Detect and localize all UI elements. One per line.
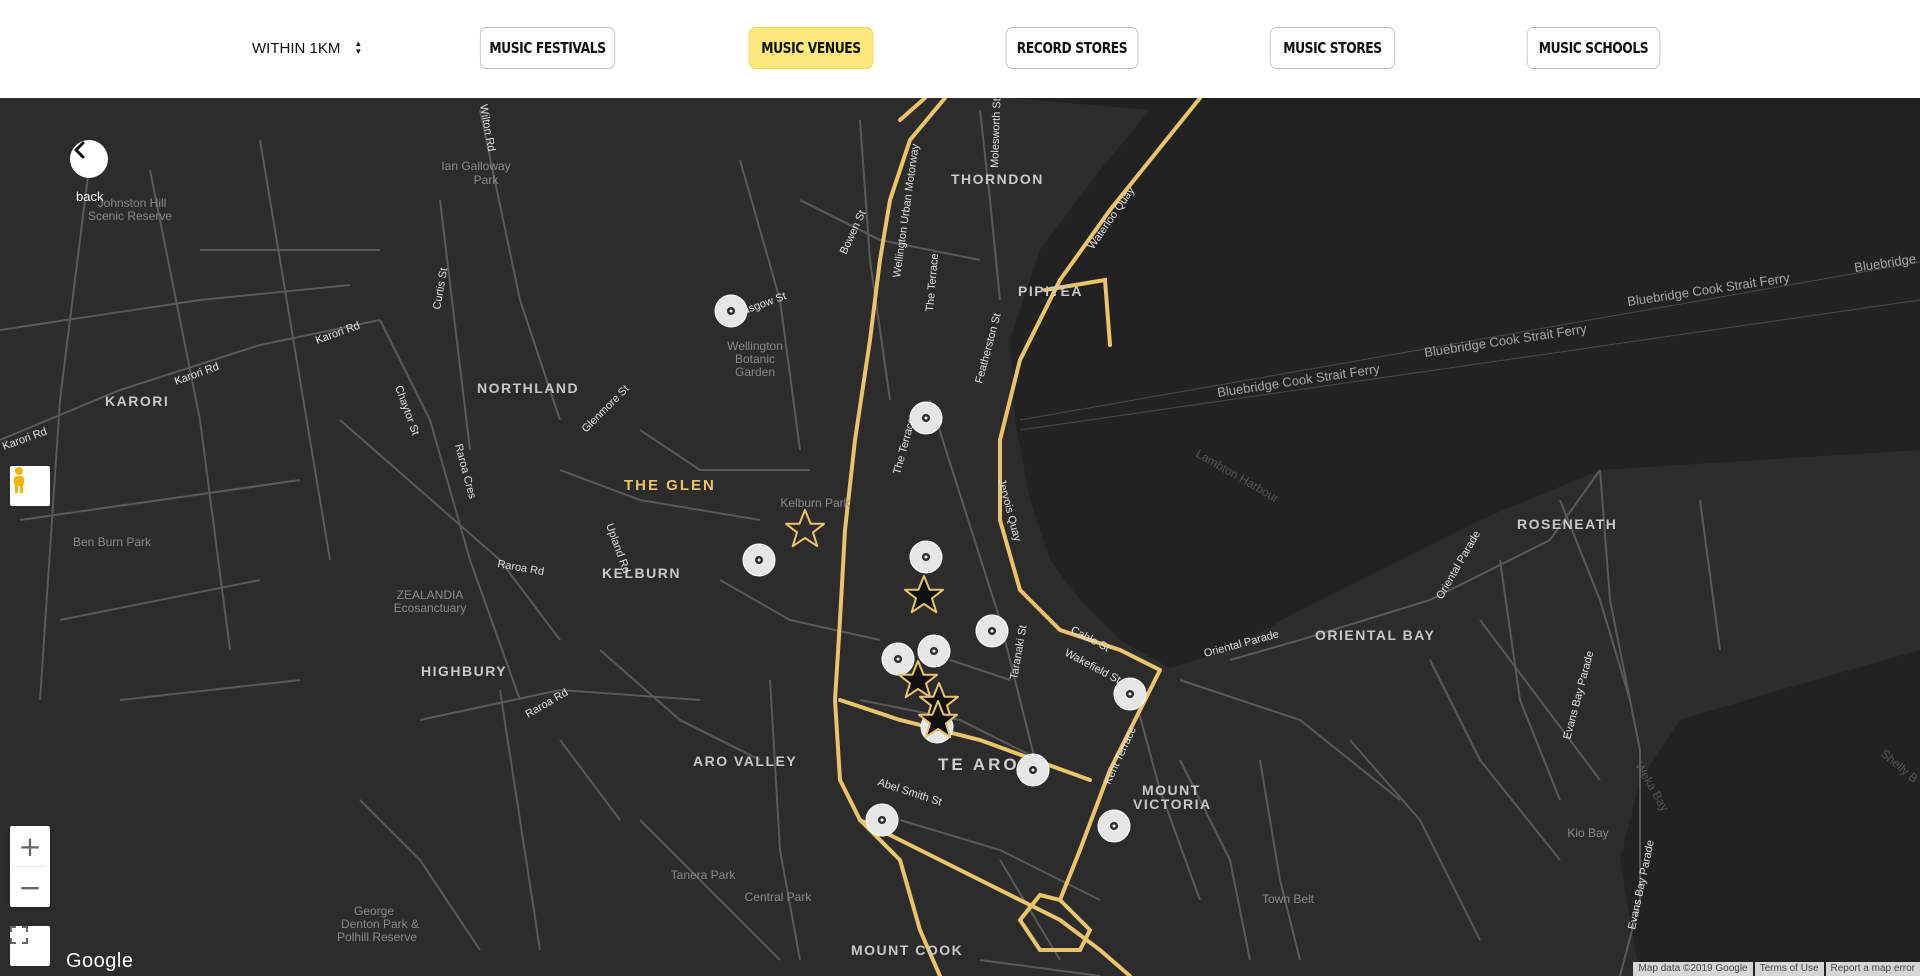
record-stores-button[interactable]: RECORD STORES bbox=[1005, 27, 1139, 69]
place-label: Denton Park & bbox=[341, 917, 419, 931]
place-label: Tanera Park bbox=[671, 868, 737, 882]
record-marker[interactable] bbox=[975, 614, 1009, 648]
record-marker[interactable] bbox=[714, 294, 748, 328]
chevron-left-icon bbox=[74, 141, 85, 159]
zoom-control: + − bbox=[10, 826, 50, 907]
filter-bar: WITHIN 1KM ▲ ▼ MUSIC FESTIVALS MUSIC VENU… bbox=[0, 0, 1920, 98]
place-label: Scenic Reserve bbox=[88, 209, 172, 223]
suburb-label-highbury: HIGHBURY bbox=[421, 663, 507, 679]
map-svg: THORNDON PIPITEA KARORI NORTHLAND KELBUR… bbox=[0, 98, 1920, 976]
select-arrows-icon: ▲ ▼ bbox=[354, 39, 363, 56]
map-attribution: Map data ©2019 Google Terms of Use Repor… bbox=[1631, 962, 1920, 976]
fullscreen-icon bbox=[10, 926, 28, 944]
record-marker[interactable] bbox=[917, 634, 951, 668]
place-label: Central Park bbox=[745, 890, 813, 904]
place-label: Town Belt bbox=[1262, 892, 1315, 906]
suburb-label-mount-cook: MOUNT COOK bbox=[851, 942, 963, 958]
record-marker[interactable] bbox=[909, 401, 943, 435]
place-label: Kio Bay bbox=[1567, 826, 1608, 840]
suburb-label-northland: NORTHLAND bbox=[477, 380, 579, 396]
place-label: ZEALANDIA bbox=[397, 588, 464, 602]
record-marker[interactable] bbox=[909, 540, 943, 574]
place-label: Johnston Hill bbox=[98, 196, 167, 210]
zoom-in-button[interactable]: + bbox=[10, 826, 50, 866]
music-festivals-button[interactable]: MUSIC FESTIVALS bbox=[479, 27, 616, 69]
place-label: Ecosanctuary bbox=[394, 601, 467, 615]
suburb-label-kelburn: KELBURN bbox=[602, 565, 681, 581]
place-label: Garden bbox=[735, 365, 775, 379]
pegman-icon bbox=[14, 467, 24, 493]
suburb-label-te-aro: TE ARO bbox=[938, 755, 1020, 774]
place-label: Park bbox=[474, 173, 500, 187]
record-marker[interactable] bbox=[1113, 677, 1147, 711]
place-label: Ian Galloway bbox=[441, 159, 510, 173]
place-label: Ben Burn Park bbox=[73, 535, 152, 549]
place-label: George bbox=[354, 904, 394, 918]
map-canvas[interactable]: THORNDON PIPITEA KARORI NORTHLAND KELBUR… bbox=[0, 98, 1920, 976]
map-data-credit: Map data ©2019 Google bbox=[1633, 962, 1753, 976]
back-button[interactable] bbox=[70, 140, 108, 178]
record-marker[interactable] bbox=[881, 642, 915, 676]
suburb-label-thorndon: THORNDON bbox=[951, 171, 1044, 187]
street-label: Molesworth St bbox=[989, 98, 1003, 168]
music-schools-button[interactable]: MUSIC SCHOOLS bbox=[1526, 27, 1661, 69]
zoom-out-button[interactable]: − bbox=[10, 867, 50, 907]
record-marker[interactable] bbox=[1097, 809, 1131, 843]
fullscreen-button[interactable] bbox=[10, 926, 50, 966]
back-label: back bbox=[76, 189, 104, 204]
street-view-pegman[interactable] bbox=[10, 466, 50, 506]
suburb-label-oriental-bay: ORIENTAL BAY bbox=[1315, 627, 1435, 643]
place-label: Wellington bbox=[727, 339, 783, 353]
suburb-label-aro-valley: ARO VALLEY bbox=[693, 753, 797, 769]
suburb-label-karori: KARORI bbox=[105, 393, 169, 409]
record-marker[interactable] bbox=[742, 543, 776, 577]
music-venues-button[interactable]: MUSIC VENUES bbox=[748, 27, 874, 69]
suburb-label-pipitea: PIPITEA bbox=[1018, 283, 1083, 299]
radius-select[interactable]: WITHIN 1KM ▲ ▼ bbox=[252, 37, 362, 59]
place-label: Polhill Reserve bbox=[337, 930, 417, 944]
place-label: Botanic bbox=[735, 352, 775, 366]
music-stores-button[interactable]: MUSIC STORES bbox=[1269, 27, 1396, 69]
radius-label: WITHIN 1KM bbox=[252, 39, 341, 57]
place-label: Kelburn Park bbox=[780, 496, 850, 510]
terms-of-use-link[interactable]: Terms of Use bbox=[1754, 962, 1824, 976]
report-map-error-link[interactable]: Report a map error bbox=[1825, 962, 1920, 976]
record-marker[interactable] bbox=[1016, 753, 1050, 787]
suburb-label-mount-victoria-2: VICTORIA bbox=[1133, 796, 1212, 812]
suburb-label-roseneath: ROSENEATH bbox=[1517, 516, 1617, 532]
suburb-label-the-glen: THE GLEN bbox=[624, 477, 716, 494]
google-logo: Google bbox=[66, 950, 134, 972]
record-marker[interactable] bbox=[865, 803, 899, 837]
